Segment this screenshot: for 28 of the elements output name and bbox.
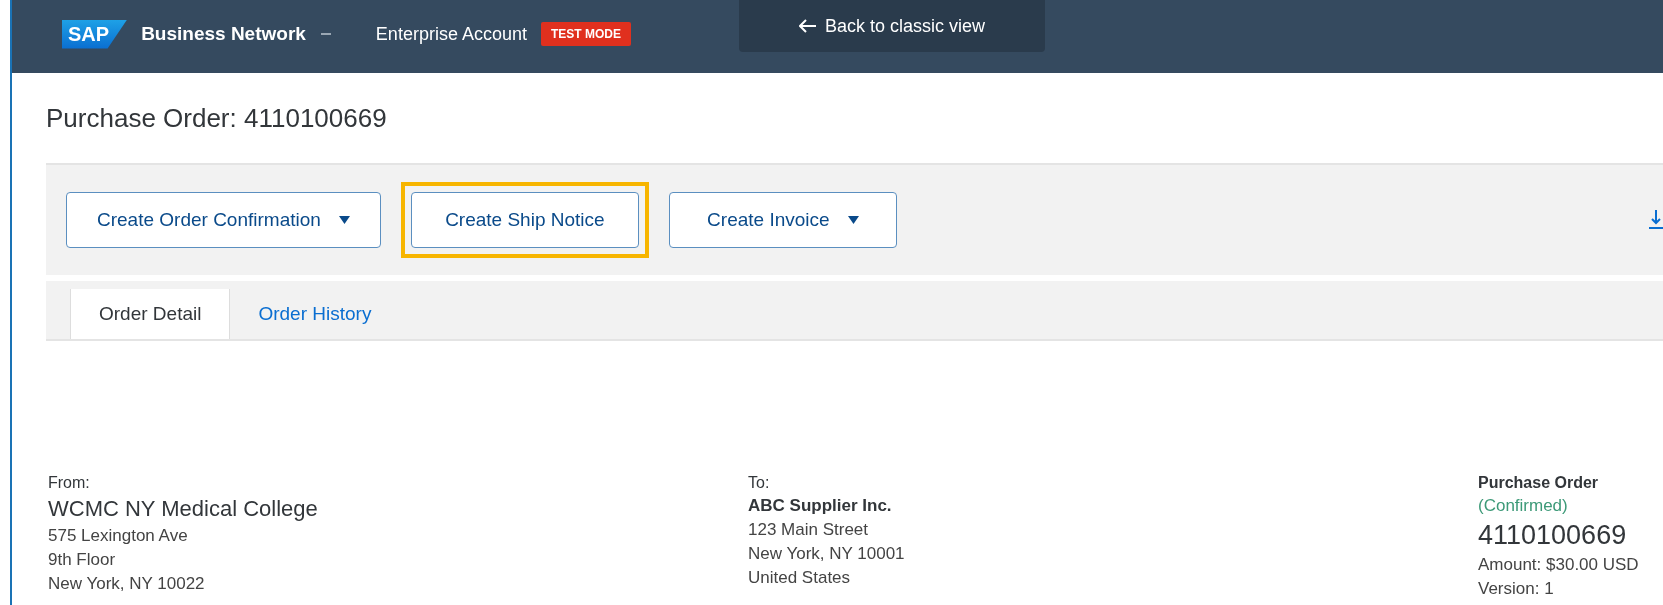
address-line: United States [748, 568, 852, 588]
page-title: Purchase Order: 4110100669 [45, 102, 388, 135]
party-name: WCMC NY Medical College [48, 496, 319, 522]
arrow-left-icon [798, 19, 817, 33]
address-line: 575 Lexington Ave [48, 526, 189, 546]
order-detail: Amount: $30.00 USD [1478, 555, 1640, 575]
tab[interactable]: Order Detail [70, 289, 231, 339]
mode-badge: TEST MODE [540, 22, 631, 46]
action-button[interactable]: Create Invoice [668, 192, 897, 248]
action-button[interactable]: Create Order Confirmation [66, 192, 381, 248]
address-line: New York, NY 10001 [748, 544, 906, 564]
address-line: 123 Main Street [748, 520, 869, 540]
product-name[interactable]: Business Network [141, 23, 306, 45]
action-button[interactable]: Create Ship Notice [410, 192, 639, 248]
party-label: To: [748, 474, 771, 492]
address-line: New York, NY 10022 [48, 574, 206, 594]
account-name: Enterprise Account [375, 23, 527, 45]
order-number: 4110100669 [1478, 520, 1628, 551]
party-label: From: [48, 474, 91, 492]
party-name: ABC Supplier Inc. [748, 496, 893, 516]
download-icon[interactable] [1649, 210, 1663, 230]
back-button[interactable]: Back to classic view [738, 0, 1045, 52]
order-status: (Confirmed) [1478, 496, 1569, 516]
logo: SAP [62, 19, 128, 49]
document-type: Purchase Order [1478, 474, 1600, 492]
address-line: 9th Floor [48, 550, 117, 570]
tab[interactable]: Order History [230, 289, 400, 339]
order-detail: Version: 1 [1478, 579, 1555, 599]
